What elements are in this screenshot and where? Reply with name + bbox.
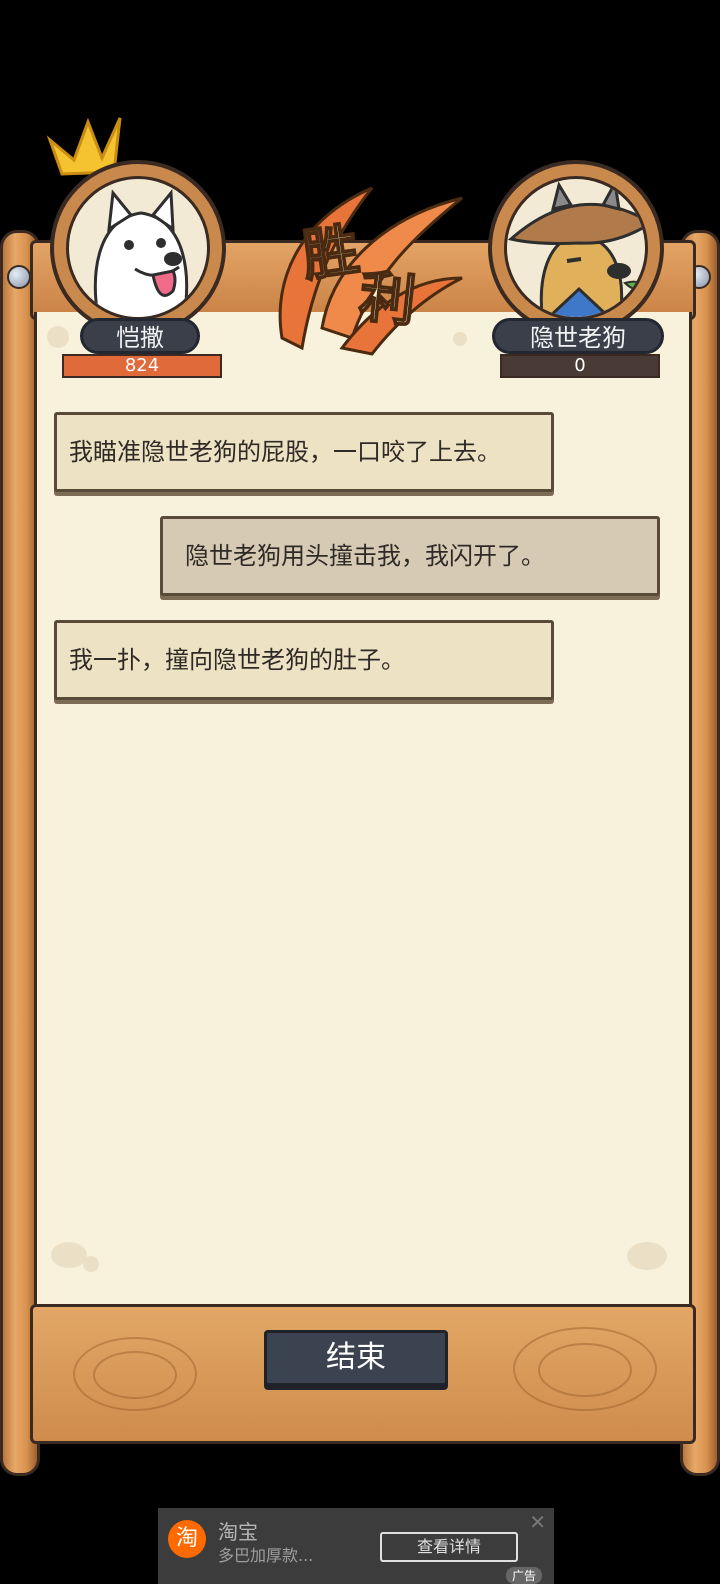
victory-char-2: 利 <box>355 262 420 335</box>
enemy-avatar <box>488 160 664 336</box>
player-name: 恺撒 <box>80 318 200 354</box>
taobao-logo-icon: 淘 <box>168 1520 206 1558</box>
ad-label: 广告 <box>505 1567 542 1584</box>
player-avatar <box>50 160 226 336</box>
old-dog-with-straw-hat-icon <box>507 179 645 317</box>
samoyed-dog-icon <box>93 189 189 317</box>
bolt-icon <box>7 265 31 289</box>
close-icon[interactable]: ✕ <box>529 1510 546 1534</box>
battle-log-message: 我一扑，撞向隐世老狗的肚子。 <box>54 620 554 700</box>
victory-char-1: 胜 <box>297 215 364 290</box>
victory-banner: 胜 利 <box>262 178 472 358</box>
ad-subtitle: 多巴加厚款... <box>218 1546 314 1565</box>
battle-log-message: 我瞄准隐世老狗的屁股，一口咬了上去。 <box>54 412 554 492</box>
enemy-score-bar: 0 <box>500 354 660 378</box>
player-score-bar: 824 <box>62 354 222 378</box>
ad-banner[interactable]: 淘 淘宝 多巴加厚款... 查看详情 ✕ 广告 <box>158 1508 554 1584</box>
battle-log-message: 隐世老狗用头撞击我，我闪开了。 <box>160 516 660 596</box>
enemy-name: 隐世老狗 <box>492 318 664 354</box>
ad-title: 淘宝 <box>218 1520 258 1544</box>
ad-view-details-button[interactable]: 查看详情 <box>380 1532 518 1562</box>
end-button[interactable]: 结束 <box>264 1330 448 1386</box>
